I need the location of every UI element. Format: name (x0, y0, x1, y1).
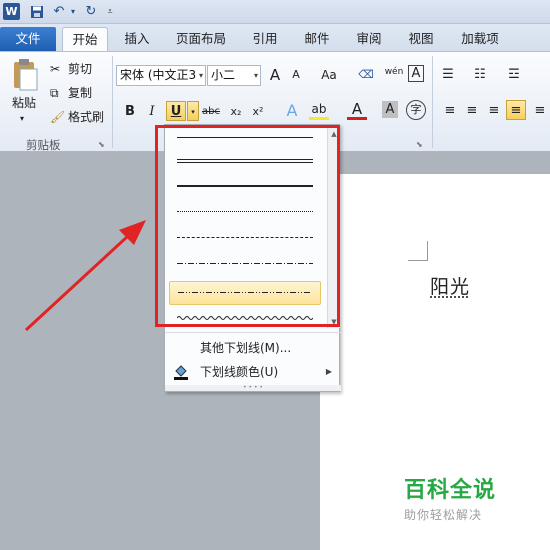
watermark-subtitle: 助你轻松解决 (404, 508, 483, 522)
annotation-arrow-icon (24, 220, 146, 332)
watermark: 百科全说 助你轻松解决 (404, 472, 508, 523)
watermark-title: 百科全说 (404, 478, 497, 503)
